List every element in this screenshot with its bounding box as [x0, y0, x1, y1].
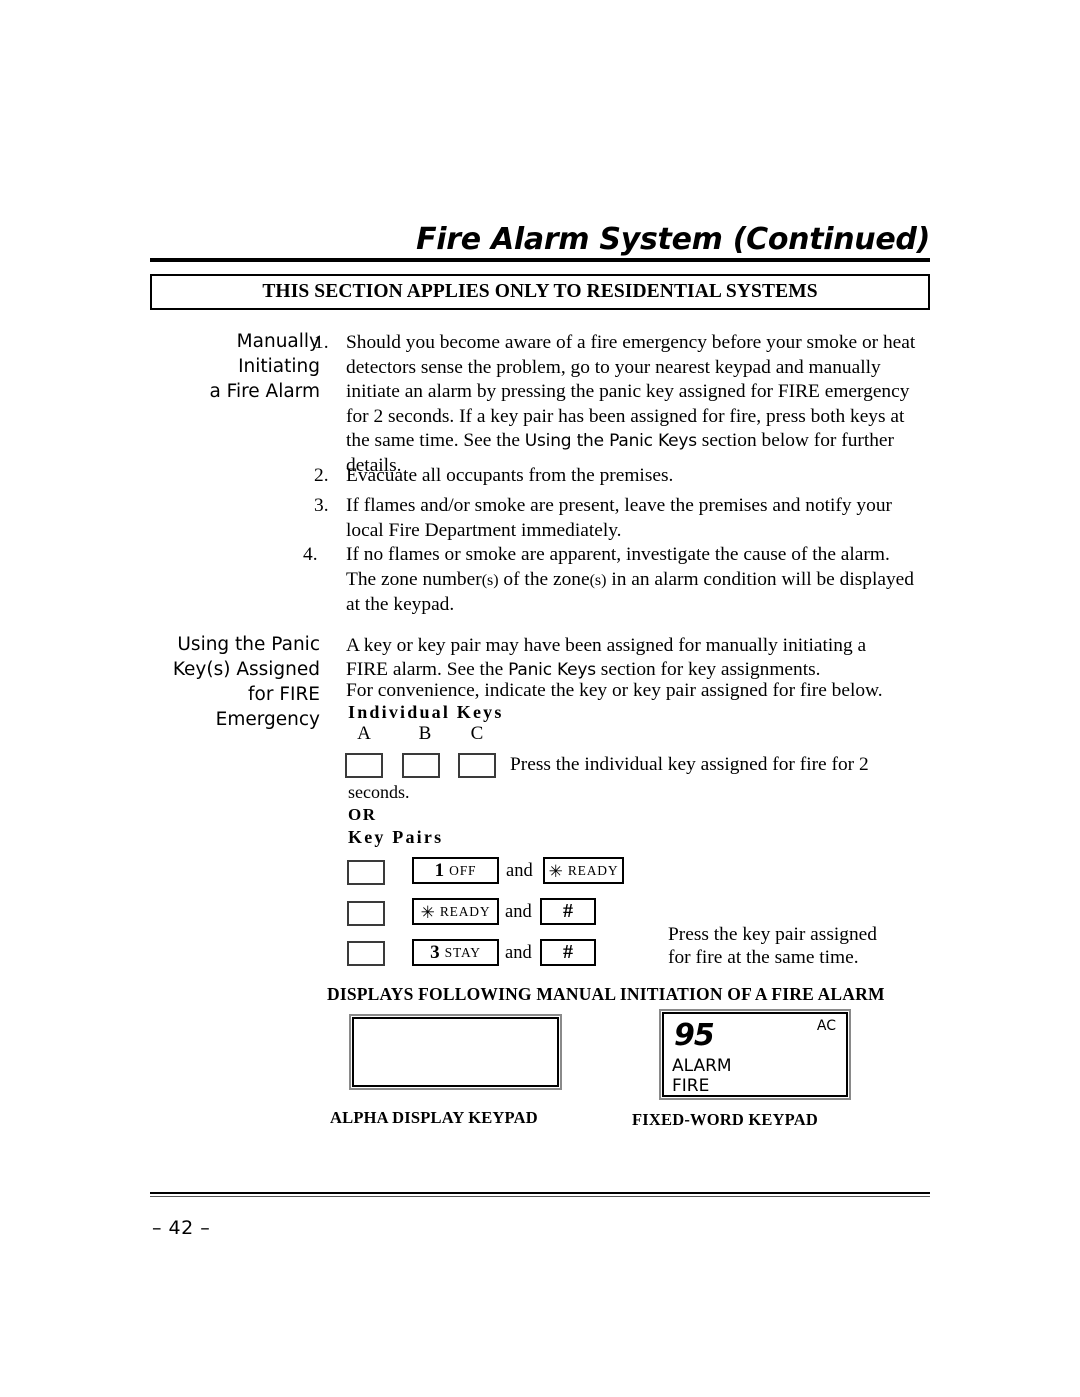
fixed-word-keypad: 95 AC ALARM FIRE — [659, 1009, 851, 1100]
key-button-star-ready-2[interactable]: ✳ READY — [412, 898, 499, 925]
key-button-star-ready-1-word: READY — [567, 862, 619, 878]
checkbox-key-pair-2[interactable] — [347, 901, 385, 926]
and-label-3: and — [505, 943, 532, 963]
key-pairs-heading: Key Pairs — [348, 827, 444, 847]
title-rule — [150, 258, 930, 262]
hash-icon: # — [563, 941, 573, 963]
residential-notice-text: THIS SECTION APPLIES ONLY TO RESIDENTIAL… — [262, 281, 818, 302]
list-item-1: Should you become aware of a fire emerge… — [346, 331, 921, 479]
sidebar-label-using-panic-keys: Using the Panic Key(s) Assigned for FIRE… — [172, 634, 320, 730]
fixed-keypad-caption: FIXED-WORD KEYPAD — [632, 1110, 818, 1129]
section2-line-2-emphasis: Panic Keys — [508, 660, 596, 680]
checkbox-key-pair-1[interactable] — [347, 860, 385, 885]
list-item-3: If flames and/or smoke are present, leav… — [346, 495, 892, 541]
list-item-4-paren-1: (s) — [481, 571, 499, 589]
key-button-star-ready-1[interactable]: ✳ READY — [543, 857, 624, 884]
fixed-keypad-fire-indicator: FIRE — [672, 1076, 710, 1096]
press-key-pair-instruction: Press the key pair assigned for fire at … — [668, 924, 877, 968]
list-item-2: Evacuate all occupants from the premises… — [346, 465, 674, 486]
list-item-4-mid-1: of the zone — [498, 568, 590, 590]
key-button-3-stay[interactable]: 3 STAY — [412, 939, 499, 966]
asterisk-icon: ✳ — [548, 861, 563, 881]
section2-line-3: For convenience, indicate the key or key… — [346, 680, 883, 701]
list-marker-2: 2. — [314, 465, 329, 486]
or-divider-heading: OR — [348, 805, 377, 824]
section2-line-1: A key or key pair may have been assigned… — [346, 635, 867, 656]
residential-notice-banner: THIS SECTION APPLIES ONLY TO RESIDENTIAL… — [150, 274, 930, 310]
page-title: Fire Alarm System (Continued) — [416, 222, 930, 257]
asterisk-icon: ✳ — [420, 902, 435, 922]
footer-rule-secondary — [150, 1196, 930, 1197]
key-button-1-off-number: 1 — [434, 859, 445, 881]
footer-rule — [150, 1192, 930, 1194]
checkbox-key-pair-3[interactable] — [347, 941, 385, 966]
hash-icon: # — [563, 900, 573, 922]
press-individual-instruction: Press the individual key assigned for fi… — [510, 754, 869, 775]
sidebar-label-manually-initiating: Manually Initiating a Fire Alarm — [209, 331, 320, 402]
list-item-1-emphasis: Using the Panic Keys — [524, 431, 697, 452]
checkbox-key-b[interactable] — [402, 753, 440, 778]
list-item-4: If no flames or smoke are apparent, inve… — [346, 543, 916, 618]
key-button-star-ready-2-word: READY — [439, 903, 491, 919]
fixed-keypad-alarm-indicator: ALARM — [672, 1056, 732, 1076]
alpha-keypad-caption: ALPHA DISPLAY KEYPAD — [330, 1108, 538, 1127]
key-button-1-off[interactable]: 1 OFF — [412, 857, 499, 884]
page-number: – 42 – — [152, 1217, 211, 1239]
alpha-display-keypad — [349, 1014, 562, 1090]
displays-section-heading: DISPLAYS FOLLOWING MANUAL INITIATION OF … — [327, 984, 885, 1004]
individual-keys-heading: Individual Keys — [348, 702, 504, 722]
section2-line-2-text: FIRE alarm. See the — [346, 659, 509, 680]
key-button-3-stay-number: 3 — [430, 941, 440, 963]
key-letter-b: B — [418, 723, 432, 744]
checkbox-key-a[interactable] — [345, 753, 383, 778]
fixed-keypad-ac-indicator: AC — [816, 1018, 836, 1034]
and-label-1: and — [506, 861, 533, 881]
list-item-4-paren-2: (s) — [589, 571, 607, 589]
key-button-3-stay-word: STAY — [444, 944, 481, 960]
key-button-1-off-word: OFF — [449, 862, 477, 878]
and-label-2: and — [505, 902, 532, 922]
section2-line-2-tail: section for key assignments. — [595, 659, 821, 680]
key-button-hash-2[interactable]: # — [540, 939, 596, 966]
key-letter-a: A — [357, 723, 371, 744]
document-page: Fire Alarm System (Continued) THIS SECTI… — [0, 0, 1080, 1397]
checkbox-key-c[interactable] — [458, 753, 496, 778]
key-letter-c: C — [470, 723, 484, 744]
key-button-hash-1[interactable]: # — [540, 898, 596, 925]
fixed-keypad-zone-digits: 95 — [674, 1018, 715, 1053]
list-marker-3: 3. — [314, 495, 329, 516]
list-marker-1: 1. — [314, 332, 329, 353]
list-marker-4: 4. — [303, 544, 318, 565]
seconds-instruction: seconds. — [348, 782, 410, 802]
